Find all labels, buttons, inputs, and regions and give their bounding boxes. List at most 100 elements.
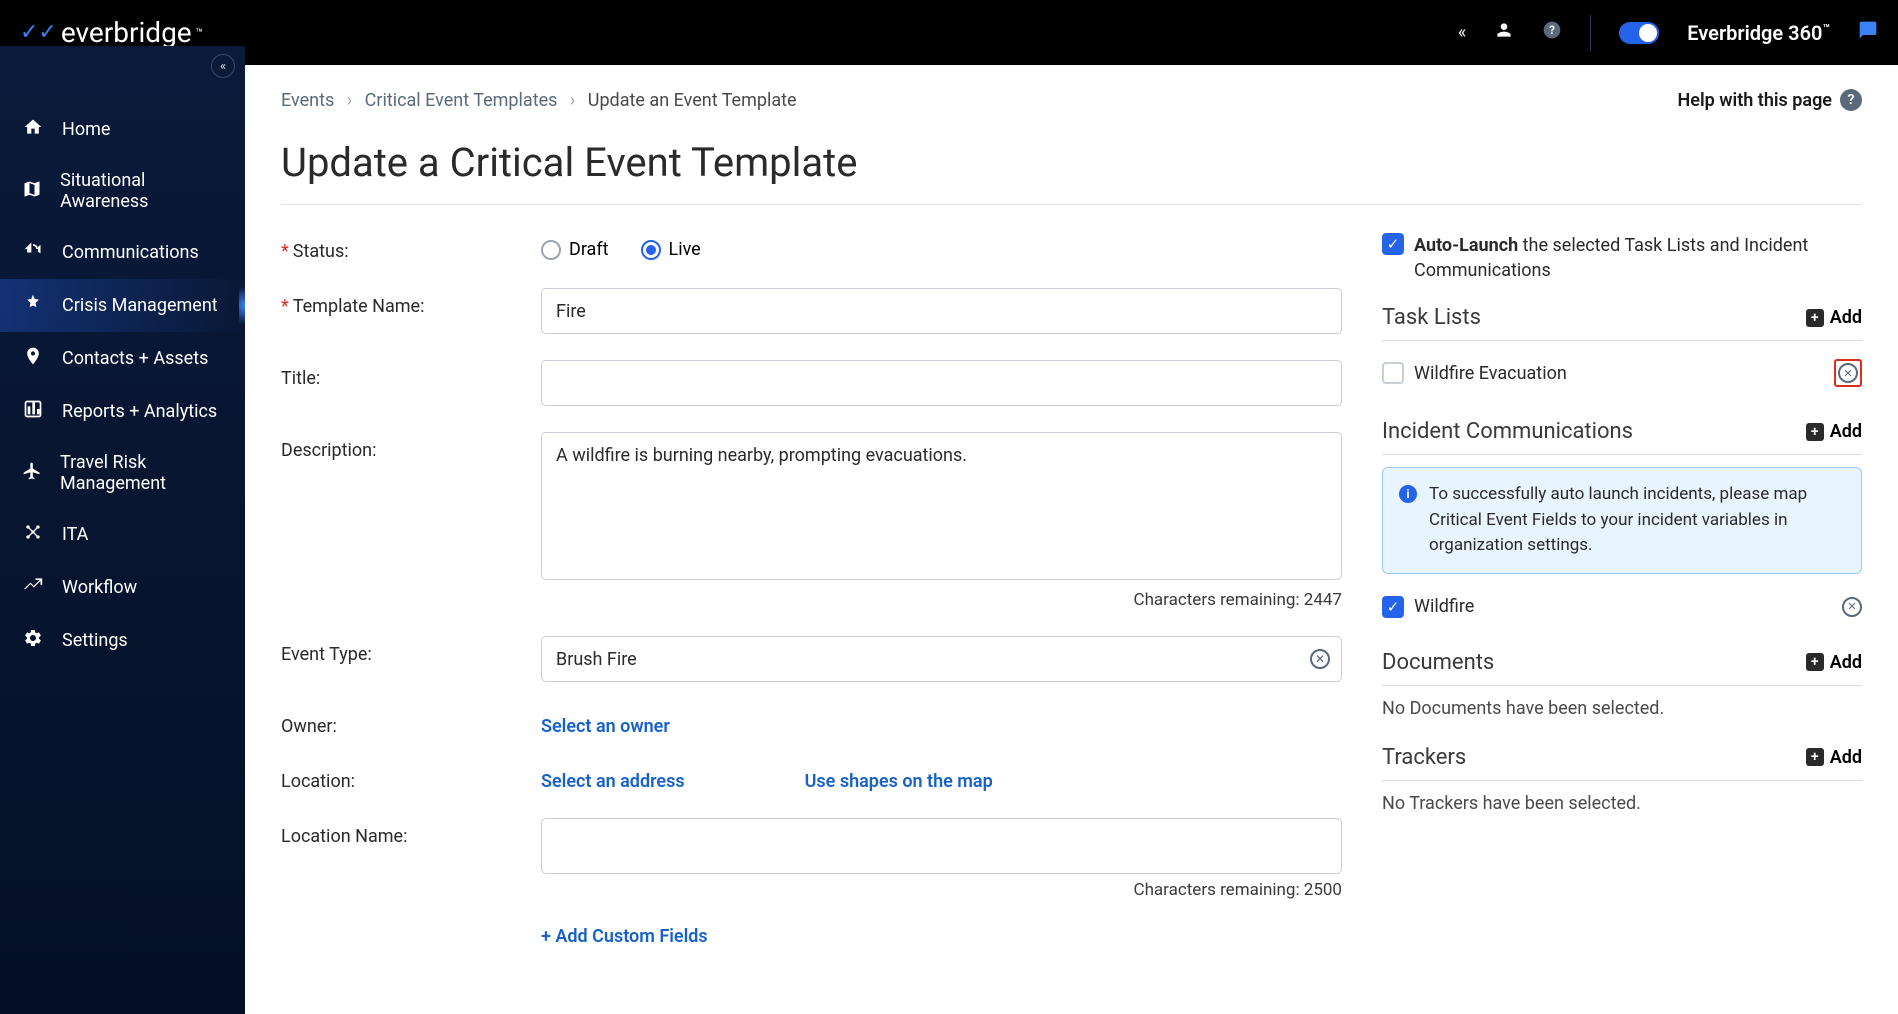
status-live-radio[interactable]: Live: [641, 239, 701, 260]
sidebar-item-ita[interactable]: ITA: [0, 508, 245, 561]
sidebar-item-situational[interactable]: Situational Awareness: [0, 156, 245, 226]
chat-icon[interactable]: [1858, 20, 1878, 46]
help-with-page-link[interactable]: Help with this page ?: [1678, 89, 1862, 111]
trackers-add-button[interactable]: + Add: [1806, 747, 1862, 768]
breadcrumb-current: Update an Event Template: [588, 90, 797, 111]
plus-icon: +: [1806, 748, 1824, 766]
network-icon: [22, 522, 44, 547]
incident-item: ✓ Wildfire ✕: [1382, 590, 1862, 624]
page-title: Update a Critical Event Template: [281, 139, 1862, 186]
task-list-item: Wildfire Evacuation ✕: [1382, 353, 1862, 393]
task-list-item-label: Wildfire Evacuation: [1414, 363, 1824, 384]
event-type-clear-icon[interactable]: ✕: [1310, 649, 1330, 669]
side-column: ✓ Auto-Launch the selected Task Lists an…: [1382, 233, 1862, 973]
event-type-label: Event Type:: [281, 636, 541, 665]
task-list-item-checkbox[interactable]: [1382, 362, 1404, 384]
location-name-input[interactable]: [541, 818, 1342, 874]
status-label: *Status:: [281, 233, 541, 262]
description-label: Description:: [281, 432, 541, 461]
status-draft-radio[interactable]: Draft: [541, 239, 609, 260]
logo: ✓✓ everbridge™: [20, 16, 203, 49]
incident-item-checkbox[interactable]: ✓: [1382, 596, 1404, 618]
select-address-link[interactable]: Select an address: [541, 771, 685, 792]
collapse-left-icon[interactable]: «: [1458, 22, 1466, 43]
bullhorn-icon: [22, 240, 44, 265]
info-icon: i: [1399, 485, 1417, 503]
product-toggle[interactable]: [1619, 22, 1659, 44]
brand-360-label: Everbridge 360™: [1687, 21, 1830, 45]
sidebar-item-reports[interactable]: Reports + Analytics: [0, 385, 245, 438]
trend-icon: [22, 575, 44, 600]
remove-highlight: ✕: [1834, 359, 1862, 387]
trackers-empty-text: No Trackers have been selected.: [1382, 793, 1862, 814]
form-column: *Status: Draft Live: [281, 233, 1342, 973]
incident-comm-title: Incident Communications: [1382, 419, 1633, 444]
trackers-panel: Trackers + Add No Trackers have been sel…: [1382, 745, 1862, 814]
event-type-input[interactable]: [541, 636, 1342, 682]
sidebar-item-label: Situational Awareness: [60, 170, 223, 212]
map-marked-icon: [22, 179, 42, 204]
template-name-input[interactable]: [541, 288, 1342, 334]
task-lists-panel: Task Lists + Add Wildfire Evacuation ✕: [1382, 305, 1862, 393]
documents-add-button[interactable]: + Add: [1806, 652, 1862, 673]
user-icon[interactable]: [1494, 20, 1514, 45]
sidebar-item-settings[interactable]: Settings: [0, 614, 245, 667]
remove-task-list-icon[interactable]: ✕: [1838, 363, 1858, 383]
title-input[interactable]: [541, 360, 1342, 406]
sidebar-item-home[interactable]: Home: [0, 103, 245, 156]
sidebar-item-label: Settings: [62, 630, 128, 651]
location-label: Location:: [281, 763, 541, 792]
breadcrumb: Events › Critical Event Templates › Upda…: [281, 90, 797, 111]
sidebar-item-crisis[interactable]: Crisis Management: [0, 279, 245, 332]
sidebar-item-communications[interactable]: Communications: [0, 226, 245, 279]
help-question-icon: ?: [1840, 89, 1862, 111]
title-divider: [281, 204, 1862, 205]
add-custom-fields-link[interactable]: + Add Custom Fields: [541, 926, 708, 947]
sidebar-collapse-wrap: «: [0, 46, 245, 88]
sidebar-item-label: Crisis Management: [62, 295, 218, 316]
gear-icon: [22, 628, 44, 653]
remove-incident-icon[interactable]: ✕: [1842, 597, 1862, 617]
use-shapes-link[interactable]: Use shapes on the map: [805, 771, 993, 792]
help-icon[interactable]: ?: [1542, 20, 1562, 45]
sidebar-item-label: Reports + Analytics: [62, 401, 217, 422]
status-radio-group: Draft Live: [541, 233, 1342, 260]
auto-launch-checkbox[interactable]: ✓: [1382, 233, 1404, 255]
auto-launch-label: Auto-Launch the selected Task Lists and …: [1414, 233, 1862, 283]
sidebar-item-contacts[interactable]: Contacts + Assets: [0, 332, 245, 385]
incident-comm-add-button[interactable]: + Add: [1806, 421, 1862, 442]
sidebar-item-label: ITA: [62, 524, 88, 545]
sidebar-item-label: Home: [62, 119, 110, 140]
breadcrumb-level2[interactable]: Critical Event Templates: [365, 90, 558, 111]
plus-icon: +: [1806, 653, 1824, 671]
main-content: Events › Critical Event Templates › Upda…: [245, 65, 1898, 1014]
incident-item-label: Wildfire: [1414, 596, 1832, 617]
sidebar-item-label: Workflow: [62, 577, 137, 598]
svg-text:?: ?: [1549, 23, 1555, 37]
owner-label: Owner:: [281, 708, 541, 737]
sidebar-item-label: Contacts + Assets: [62, 348, 208, 369]
topbar-actions: « ? Everbridge 360™: [1458, 15, 1878, 51]
template-name-label: *Template Name:: [281, 288, 541, 317]
breadcrumb-level1[interactable]: Events: [281, 90, 334, 111]
plane-icon: [22, 461, 42, 486]
task-lists-title: Task Lists: [1382, 305, 1481, 330]
location-name-label: Location Name:: [281, 818, 541, 847]
plus-icon: +: [1806, 309, 1824, 327]
location-name-char-count: Characters remaining: 2500: [541, 880, 1342, 900]
topbar-divider: [1590, 15, 1591, 51]
plus-icon: +: [1806, 423, 1824, 441]
topbar: ✓✓ everbridge™ « ? Everbridge 360™: [0, 0, 1898, 65]
task-lists-add-button[interactable]: + Add: [1806, 307, 1862, 328]
sidebar-item-label: Communications: [62, 242, 199, 263]
documents-title: Documents: [1382, 650, 1494, 675]
logo-text: everbridge: [61, 16, 192, 49]
documents-empty-text: No Documents have been selected.: [1382, 698, 1862, 719]
description-char-count: Characters remaining: 2447: [541, 590, 1342, 610]
select-owner-link[interactable]: Select an owner: [541, 716, 670, 737]
title-label: Title:: [281, 360, 541, 389]
sidebar-collapse-button[interactable]: «: [211, 54, 235, 78]
sidebar-item-workflow[interactable]: Workflow: [0, 561, 245, 614]
sidebar-item-travel[interactable]: Travel Risk Management: [0, 438, 245, 508]
description-textarea[interactable]: [541, 432, 1342, 580]
